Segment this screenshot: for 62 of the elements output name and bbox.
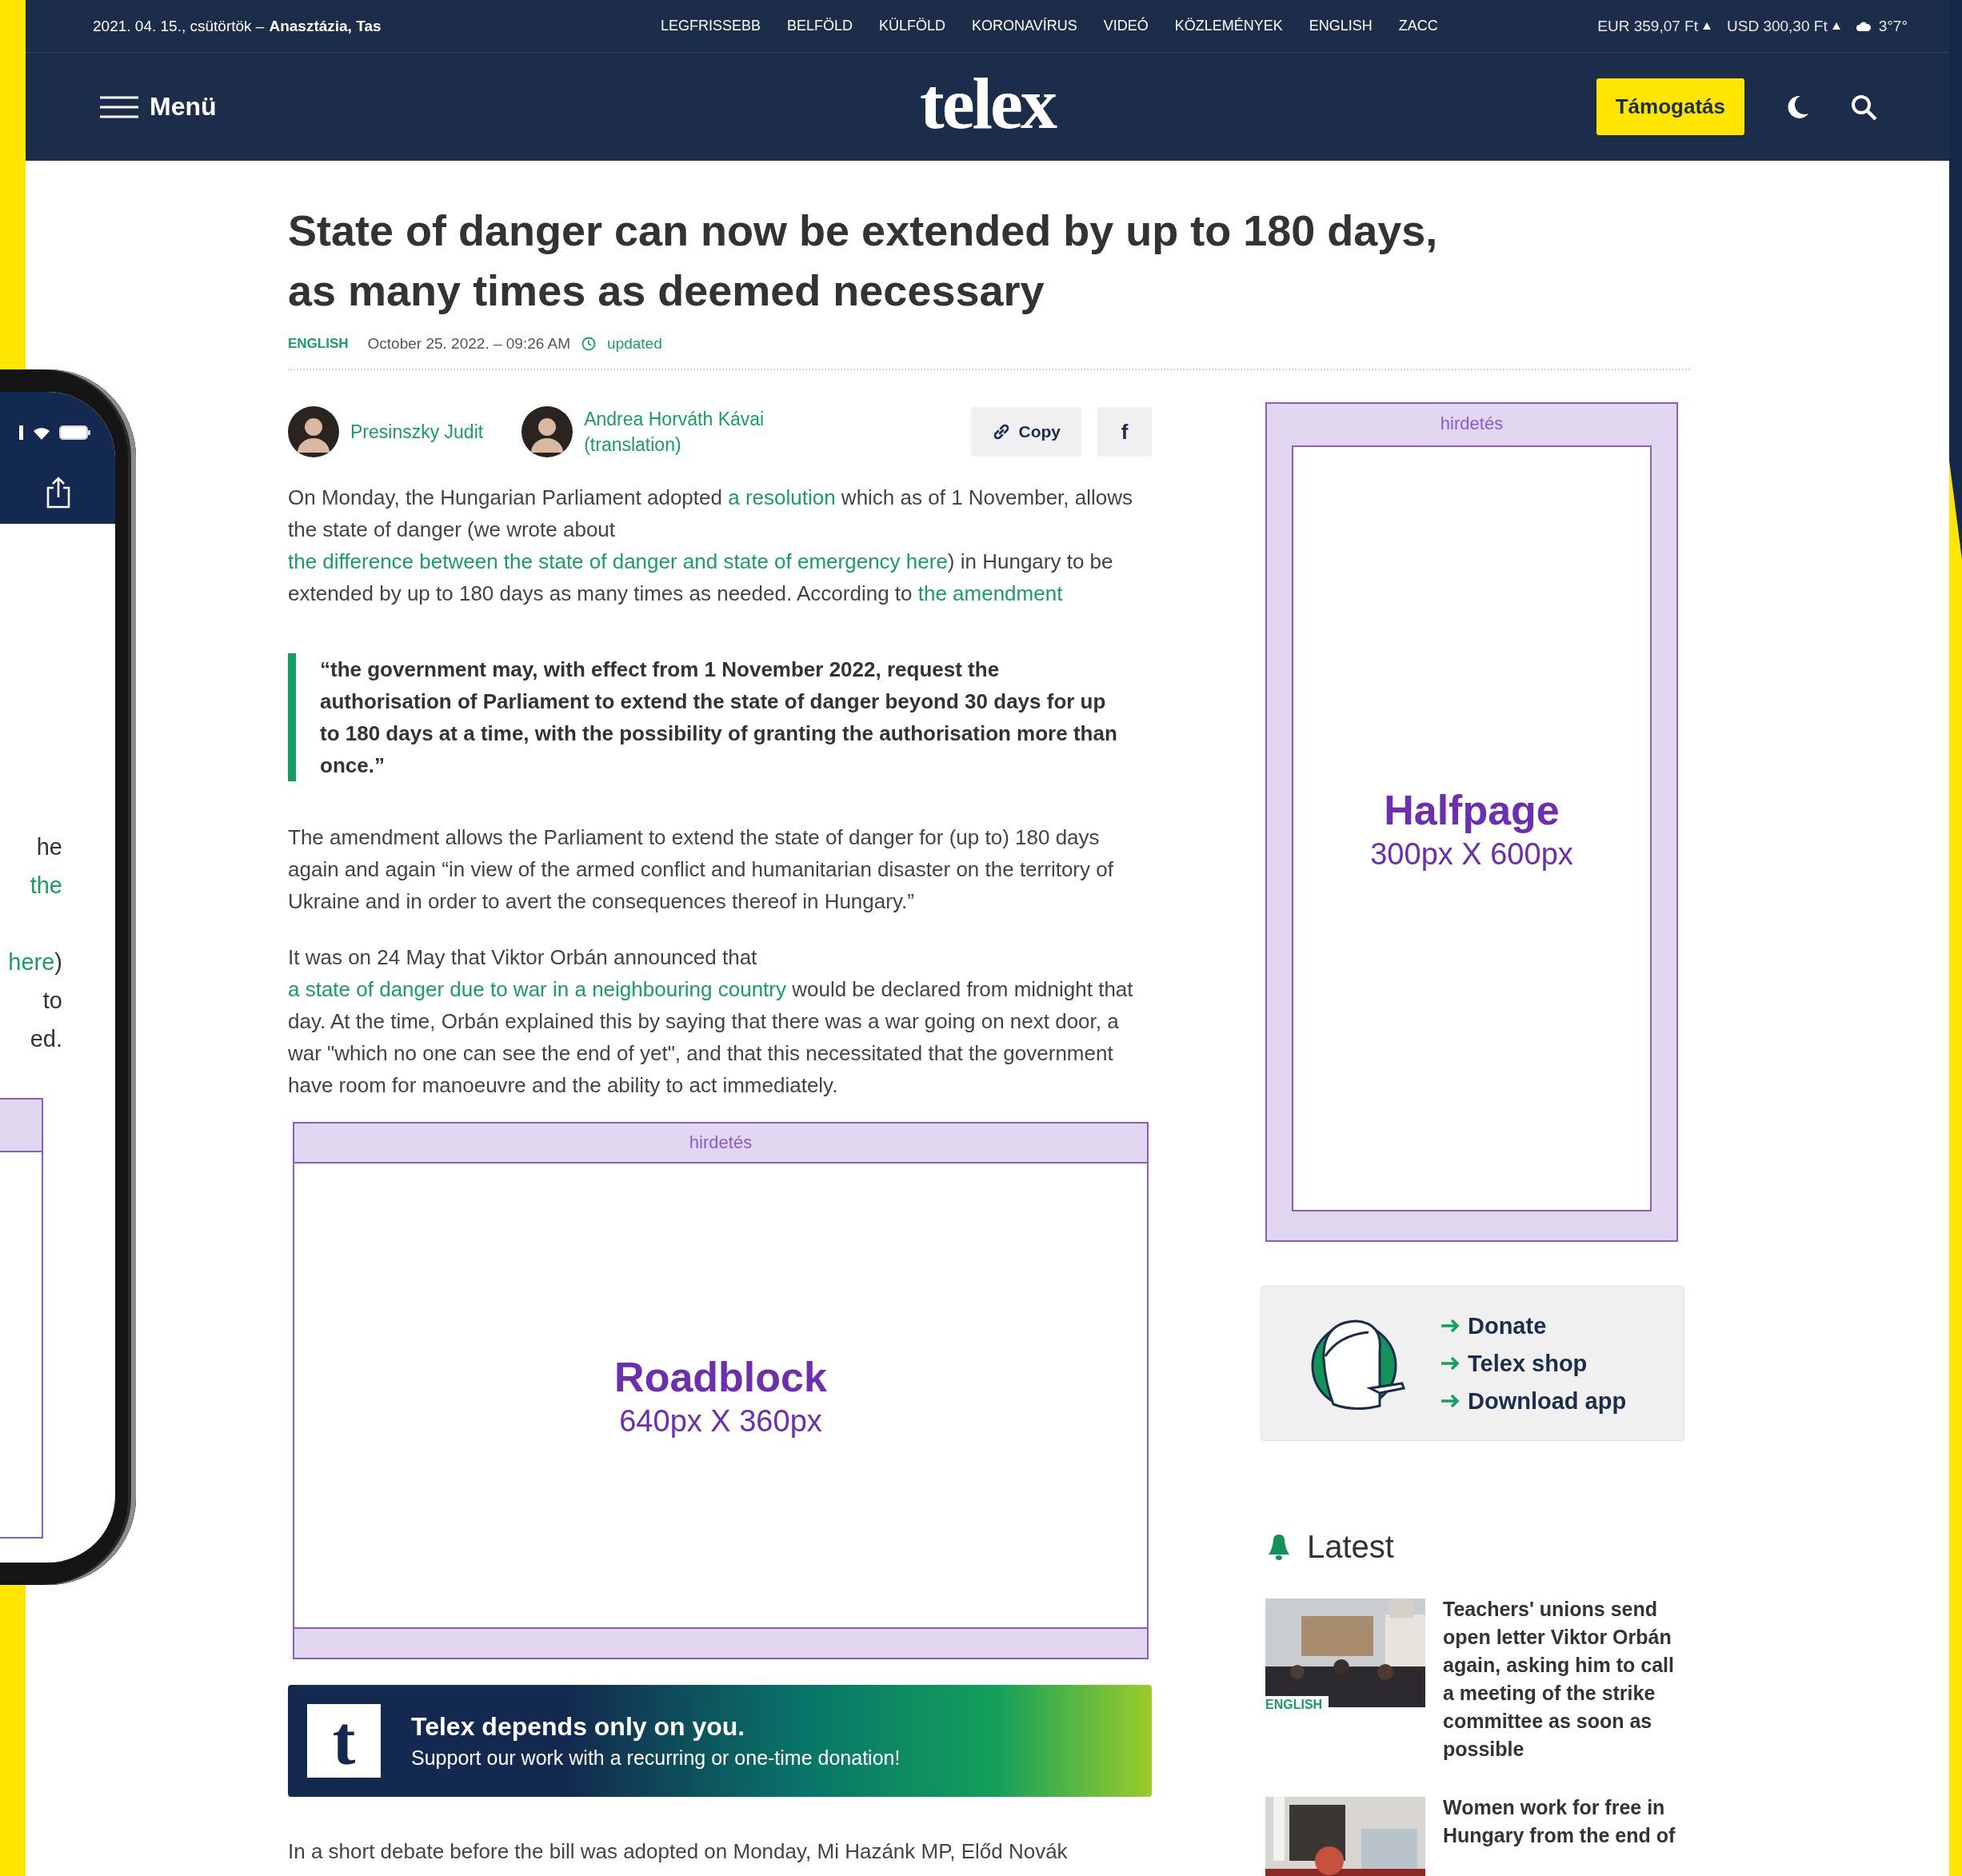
ad-name: Halfpage <box>1384 785 1560 834</box>
menu-button[interactable]: Menü <box>100 92 217 122</box>
exchange-rate-text: USD 300,30 Ft <box>1727 17 1828 35</box>
support-link[interactable]: Telex shop <box>1441 1350 1627 1377</box>
donation-banner[interactable]: t Telex depends only on you. Support our work with a recurring or one-time donation! <box>288 1685 1152 1797</box>
nav-link[interactable]: ZACC <box>1398 18 1438 34</box>
ad-size: 300px X 600px <box>1370 836 1573 872</box>
nav-link[interactable]: BELFÖLD <box>787 18 853 34</box>
support-button[interactable]: Támogatás <box>1596 78 1744 135</box>
nav-link[interactable]: KÖZLEMÉNYEK <box>1174 18 1283 34</box>
article-title: State of danger can now be extended by up to 180 days, as many times as deemed necessary <box>288 206 1439 316</box>
nav-link[interactable]: VIDEÓ <box>1103 18 1149 34</box>
wifi-icon <box>32 425 51 440</box>
text-fragment: he <box>35 833 62 861</box>
arrow-right-icon <box>1441 1319 1460 1332</box>
avatar <box>288 406 339 457</box>
menu-icon <box>100 95 138 118</box>
article-paragraph: In a short debate before the bill was adopted on Monday, Mi Hazánk MP, Előd Novák <box>288 1838 1069 1865</box>
updated-label: updated <box>607 335 662 353</box>
support-link[interactable]: Download app <box>1441 1387 1627 1415</box>
nav-link[interactable]: ENGLISH <box>1309 18 1373 34</box>
news-headline[interactable]: Women work for free in Hungary from the end of <box>1443 1794 1689 1876</box>
namedays-text: Anasztázia, Tas <box>269 17 382 35</box>
text-fragment: the <box>29 872 62 900</box>
battery-icon <box>59 425 91 440</box>
ad-label: hirdetés <box>689 1132 753 1153</box>
article-paragraph: The amendment allows the Parliament to extend the state of danger for (up to) 180 days again and again “in view of the armed conflict and humanitarian disaster on the territory of Ukraine and in order to avert the consequences thereof in Hungary.” <box>288 824 1114 915</box>
nav-link[interactable]: KÜLFÖLD <box>879 18 946 34</box>
ad-size: 640px X 360px <box>619 1403 822 1439</box>
banner-text: Support our work with a recurring or one-time donation! <box>411 1746 901 1770</box>
banner-title: Telex depends only on you. <box>411 1712 746 1742</box>
trend-up-icon <box>1832 22 1840 30</box>
news-headline[interactable]: Teachers' unions send open letter Viktor Orbán again, asking him to call a meeting of the strike committee as soon as possible <box>1443 1595 1689 1763</box>
ad-label: hirdetés <box>1440 413 1504 435</box>
date-text: 2021. 04. 15., csütörtök – <box>93 17 265 35</box>
section-title: Latest <box>1307 1529 1394 1565</box>
pull-quote: “the government may, with effect from 1 November 2022, request the authorisation of Parliament to extend the state of danger beyond 30 days for up to 180 days at a time, with the possibility of granting the authorisation more than once.” <box>288 653 1120 781</box>
arrow-right-icon <box>1441 1395 1460 1407</box>
exchange-rate-text: EUR 359,07 Ft <box>1597 17 1698 35</box>
article-paragraph: On Monday, the Hungarian Parliament adopted a resolution which as of 1 November, allows the state of danger (we wrote about the difference between the state of danger and state of emergency here) in Hungary to be extended by up to 180 days as many times as needed. According to the amendment <box>288 485 1133 607</box>
cloud-icon <box>1856 21 1871 31</box>
text-fragment: here) <box>7 948 62 976</box>
copy-link-button[interactable]: Copy <box>970 407 1081 457</box>
support-link[interactable]: Donate <box>1441 1312 1627 1339</box>
arrow-right-icon <box>1441 1357 1460 1370</box>
site-logo[interactable]: telex <box>920 61 1055 146</box>
clock-icon <box>581 337 597 351</box>
weather-text: 3°7° <box>1878 17 1908 35</box>
facebook-share-button[interactable]: f <box>1097 407 1152 457</box>
avatar <box>521 406 573 457</box>
trend-up-icon <box>1703 22 1711 30</box>
search-icon[interactable] <box>1850 93 1877 121</box>
telex-logo: t <box>307 1704 381 1778</box>
nav-link[interactable]: KORONAVÍRUS <box>972 18 1077 34</box>
ad-name: Roadblock <box>614 1352 827 1401</box>
text-fragment: ed. <box>29 1025 62 1053</box>
nav-link[interactable]: LEGFRISSEBB <box>660 18 761 34</box>
publish-date: October 25. 2022. – 09:26 AM <box>367 335 571 353</box>
article-paragraph: It was on 24 May that Viktor Orbán announced that a state of danger due to war in a neighbouring country would be declared from midnight that day. At the time, Orbán explained this by saying that there was a war going on next door, a war "which no one can see the end of yet", and that this necessitated that the government have room for manoeuvre and the ability to act immediately. <box>288 944 1134 1099</box>
text-fragment: to <box>42 987 62 1015</box>
signal-icon <box>19 425 24 440</box>
share-icon[interactable] <box>45 477 72 509</box>
